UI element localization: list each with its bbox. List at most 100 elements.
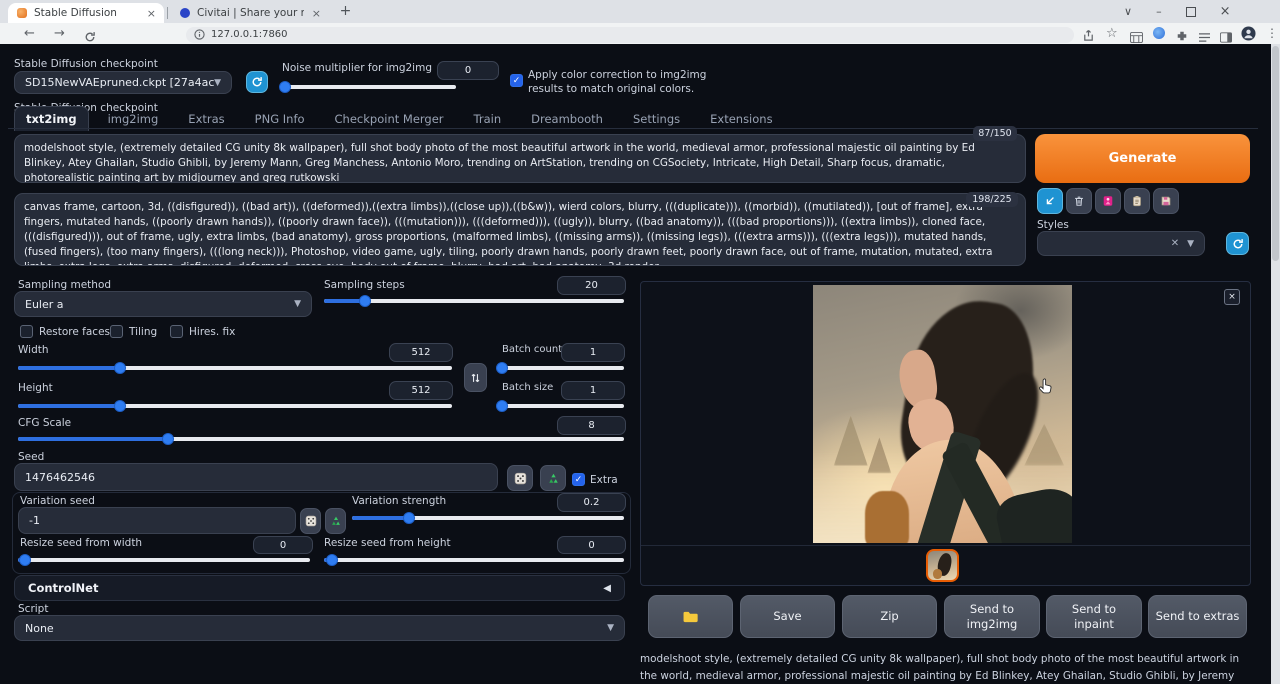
script-label: Script (18, 603, 48, 615)
browser-tab-inactive[interactable]: Civitai | Share your models × (171, 3, 329, 23)
save-style-button[interactable] (1153, 188, 1179, 214)
window-minimize-icon[interactable]: – (1156, 5, 1162, 18)
resize-seed-width-slider[interactable] (18, 553, 310, 566)
sampling-method-label: Sampling method (18, 279, 111, 291)
swap-width-height-button[interactable] (464, 363, 487, 392)
batch-size-slider[interactable] (496, 399, 624, 412)
folder-icon (682, 610, 699, 623)
seed-label: Seed (18, 451, 44, 463)
reuse-seed-button[interactable] (540, 465, 566, 491)
checkpoint-value: SD15NewVAEpruned.ckpt [27a4ac756c] (25, 76, 214, 89)
styles-dropdown[interactable]: ✕ ▼ (1037, 231, 1205, 256)
random-seed-button[interactable] (507, 465, 533, 491)
new-tab-button[interactable]: + (338, 4, 353, 19)
screenshot-root: Stable Diffusion × Civitai | Share your … (0, 0, 1280, 684)
window-close-icon[interactable]: × (1220, 4, 1231, 19)
zip-button[interactable]: Zip (842, 595, 937, 638)
stable-diffusion-favicon (17, 8, 27, 18)
batch-size-value[interactable]: 1 (561, 381, 625, 400)
height-label: Height (18, 382, 53, 394)
mouse-cursor-hand (1038, 377, 1054, 400)
extension-blue-dot-icon[interactable] (1153, 27, 1165, 39)
scrollbar-thumb[interactable] (1272, 46, 1279, 261)
browser-tab-active[interactable]: Stable Diffusion × (8, 3, 164, 23)
window-restore-icon[interactable] (1186, 7, 1196, 17)
batch-count-slider[interactable] (496, 361, 624, 374)
dice-icon (305, 515, 317, 527)
sampling-method-dropdown[interactable]: Euler a ▼ (14, 291, 312, 317)
width-slider[interactable] (18, 361, 452, 374)
send-to-img2img-button[interactable]: Send to img2img (944, 595, 1040, 638)
reuse-variation-seed-button[interactable] (325, 508, 346, 534)
generate-button[interactable]: Generate (1035, 134, 1250, 183)
browser-menu-dots-icon[interactable]: ⋮ (1266, 26, 1278, 40)
site-info-icon[interactable] (194, 29, 205, 40)
tiling-checkbox[interactable] (110, 325, 123, 338)
random-variation-seed-button[interactable] (300, 508, 321, 534)
seed-input[interactable]: 1476462546 (14, 463, 498, 491)
height-value[interactable]: 512 (389, 381, 453, 400)
recycle-icon (330, 515, 342, 527)
back-icon[interactable]: ← (24, 27, 35, 40)
extra-seed-checkbox[interactable]: ✓ (572, 473, 585, 486)
height-slider[interactable] (18, 399, 452, 412)
resize-seed-height-slider[interactable] (324, 553, 624, 566)
prompt-input[interactable]: modelshoot style, (extremely detailed CG… (14, 134, 1026, 183)
generated-image[interactable] (813, 285, 1072, 543)
chevron-down-icon: ▼ (294, 299, 301, 309)
extra-networks-button[interactable] (1095, 188, 1121, 214)
resize-seed-height-value[interactable]: 0 (557, 536, 626, 554)
variation-seed-label: Variation seed (20, 495, 95, 507)
browser-tab-title: Civitai | Share your models (197, 7, 304, 19)
refresh-styles-button[interactable] (1226, 232, 1249, 255)
script-dropdown[interactable]: None ▼ (14, 615, 625, 641)
send-to-extras-button[interactable]: Send to extras (1148, 595, 1247, 638)
variation-strength-value[interactable]: 0.2 (557, 493, 626, 512)
variation-seed-input[interactable]: -1 (18, 507, 296, 534)
apply-style-button[interactable] (1124, 188, 1150, 214)
noise-multiplier-slider[interactable] (280, 80, 456, 93)
restore-faces-label: Restore faces (39, 326, 110, 338)
controlnet-accordion[interactable]: ControlNet ◀ (14, 575, 625, 601)
close-gallery-button[interactable]: × (1224, 289, 1240, 305)
negative-prompt-input[interactable]: canvas frame, cartoon, 3d, ((disfigured)… (14, 193, 1026, 266)
clear-styles-icon[interactable]: ✕ (1171, 238, 1179, 249)
variation-strength-slider[interactable] (352, 511, 624, 524)
resize-seed-width-label: Resize seed from width (20, 537, 142, 549)
cfg-scale-label: CFG Scale (18, 417, 71, 429)
color-correction-checkbox[interactable]: ✓ (510, 74, 523, 87)
window-menu-chevron-icon[interactable]: ∨ (1124, 5, 1132, 18)
reload-checkpoint-button[interactable] (246, 71, 268, 93)
omnibox[interactable]: 127.0.0.1:7860 (186, 27, 1074, 43)
noise-multiplier-value[interactable]: 0 (437, 61, 499, 80)
width-value[interactable]: 512 (389, 343, 453, 362)
batch-count-value[interactable]: 1 (561, 343, 625, 362)
sampling-steps-value[interactable]: 20 (557, 276, 626, 295)
bookmark-star-icon[interactable]: ☆ (1106, 26, 1118, 41)
tab-close-icon[interactable]: × (147, 7, 156, 20)
hires-fix-checkbox[interactable] (170, 325, 183, 338)
script-value: None (25, 622, 54, 635)
tab-close-icon[interactable]: × (312, 7, 321, 20)
sampling-steps-label: Sampling steps (324, 279, 405, 291)
clear-prompt-button[interactable] (1066, 188, 1092, 214)
checkpoint-dropdown[interactable]: SD15NewVAEpruned.ckpt [27a4ac756c] ▼ (14, 71, 232, 94)
cfg-scale-slider[interactable] (18, 432, 624, 445)
send-to-inpaint-button[interactable]: Send to inpaint (1046, 595, 1142, 638)
restore-faces-checkbox[interactable] (20, 325, 33, 338)
paste-params-button[interactable] (1037, 188, 1063, 214)
batch-count-label: Batch count (502, 344, 562, 355)
prompt-token-counter: 87/150 (973, 126, 1017, 141)
chevron-down-icon: ▼ (1187, 239, 1194, 249)
page-scrollbar[interactable] (1271, 44, 1280, 684)
controlnet-label: ControlNet (28, 581, 98, 595)
gallery-thumbnail-selected[interactable] (926, 549, 959, 582)
sampling-method-value: Euler a (25, 298, 64, 311)
resize-seed-width-value[interactable]: 0 (253, 536, 313, 554)
forward-icon[interactable]: → (54, 27, 65, 40)
sampling-steps-slider[interactable] (324, 294, 624, 307)
floppy-save-icon (1160, 195, 1172, 207)
profile-avatar[interactable] (1241, 26, 1256, 45)
open-folder-button[interactable] (648, 595, 733, 638)
save-button[interactable]: Save (740, 595, 835, 638)
